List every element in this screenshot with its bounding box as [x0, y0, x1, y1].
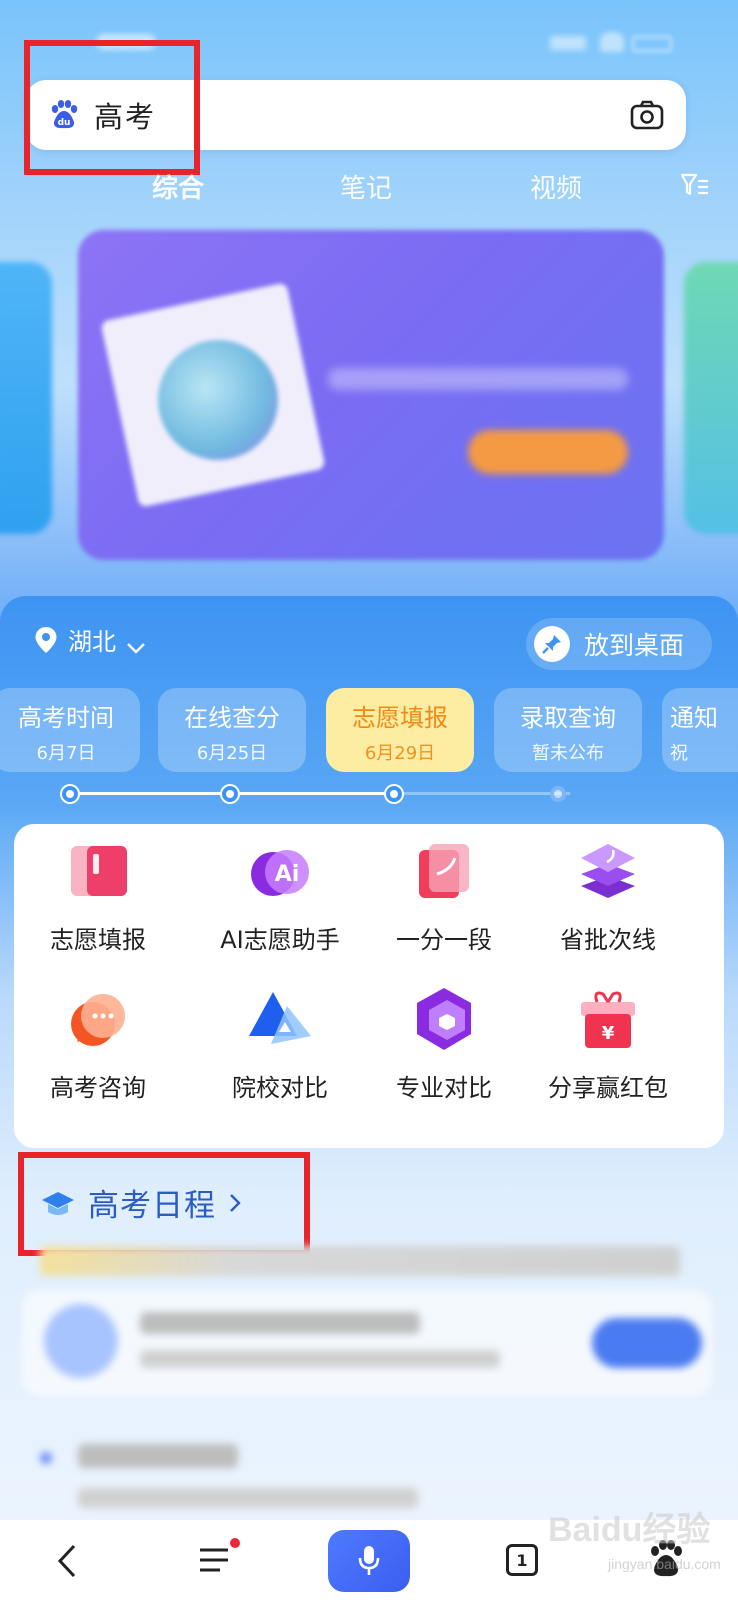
- schedule-item-title: [78, 1444, 238, 1468]
- signal-icon: [550, 36, 586, 50]
- hexagon-icon: [409, 984, 479, 1054]
- location-selector[interactable]: 湖北: [34, 622, 146, 657]
- application-form-icon: [63, 836, 133, 906]
- score-segment-icon: [409, 836, 479, 906]
- ai-banner[interactable]: [78, 230, 664, 560]
- tool-ai-assistant[interactable]: Ai AI志愿助手: [200, 836, 360, 955]
- back-icon[interactable]: [52, 1542, 82, 1580]
- schedule-item-dot: [40, 1452, 52, 1464]
- schedule-card-button[interactable]: [592, 1318, 702, 1368]
- tool-consult[interactable]: 高考咨询: [18, 984, 178, 1103]
- microphone-icon: [358, 1546, 380, 1575]
- gift-icon: ¥: [573, 984, 643, 1054]
- carousel-next-card[interactable]: [684, 262, 738, 534]
- stage-application[interactable]: 志愿填报 6月29日: [326, 688, 474, 772]
- menu-icon[interactable]: [198, 1538, 240, 1576]
- tool-label: 志愿填报: [50, 926, 146, 954]
- voice-search-button[interactable]: [328, 1530, 410, 1592]
- svg-text:Ai: Ai: [275, 862, 300, 887]
- globe-graphic: [158, 340, 278, 460]
- highlight-box-schedule: [18, 1152, 310, 1256]
- banner-subtitle: [328, 368, 628, 390]
- stage-name: 通知: [670, 704, 718, 732]
- schedule-notice: [40, 1246, 680, 1276]
- timeline-remaining: [400, 792, 570, 795]
- tab-notes[interactable]: 笔记: [340, 168, 392, 205]
- stage-name: 录取查询: [520, 704, 616, 732]
- stage-date: 6月7日: [36, 743, 96, 764]
- tool-label: 专业对比: [396, 1074, 492, 1102]
- stage-admission-query[interactable]: 录取查询 暂未公布: [494, 688, 642, 772]
- stage-name: 志愿填报: [352, 704, 448, 732]
- tools-grid: 志愿填报 Ai AI志愿助手 一分一段 省批次线 高考咨询 院校对比 专业对比 …: [14, 824, 724, 1148]
- tab-video[interactable]: 视频: [530, 168, 582, 205]
- tool-school-compare[interactable]: 院校对比: [200, 984, 360, 1103]
- chat-bubble-icon: [63, 984, 133, 1054]
- tool-label: AI志愿助手: [220, 926, 340, 954]
- timeline-dot: [222, 786, 238, 802]
- stage-score-query[interactable]: 在线查分 6月25日: [158, 688, 306, 772]
- filter-icon[interactable]: [680, 172, 710, 198]
- camera-icon[interactable]: [630, 98, 664, 132]
- stage-date: 祝: [670, 743, 688, 764]
- stage-notice[interactable]: 通知 祝: [662, 688, 738, 772]
- schedule-item-time: [78, 1488, 418, 1508]
- add-to-desktop-button[interactable]: 放到桌面: [526, 618, 712, 670]
- tool-application[interactable]: 志愿填报: [18, 836, 178, 955]
- tool-label: 院校对比: [232, 1074, 328, 1102]
- ai-assistant-icon: Ai: [245, 836, 315, 906]
- tool-label: 高考咨询: [50, 1074, 146, 1102]
- stage-name: 在线查分: [184, 704, 280, 732]
- carousel-prev-card[interactable]: [0, 262, 52, 534]
- stage-date: 暂未公布: [532, 743, 604, 764]
- timeline-dot: [550, 786, 566, 802]
- stage-timeline: [62, 784, 570, 804]
- stage-name: 高考时间: [18, 704, 114, 732]
- svg-text:¥: ¥: [602, 1023, 615, 1044]
- tool-score-segment[interactable]: 一分一段: [364, 836, 524, 955]
- schedule-card-title: [140, 1312, 420, 1334]
- highlight-box-search: [24, 40, 200, 175]
- watermark-brand: Baidu经验: [548, 1511, 711, 1549]
- tool-share-redpacket[interactable]: ¥ 分享赢红包: [528, 984, 688, 1103]
- stage-exam-time[interactable]: 高考时间 6月7日: [0, 688, 140, 772]
- tool-batch-line[interactable]: 省批次线: [528, 836, 688, 955]
- add-to-desktop-label: 放到桌面: [584, 631, 685, 660]
- notification-dot: [230, 1538, 240, 1548]
- timeline-dot: [386, 786, 402, 802]
- pushpin-icon: [534, 626, 570, 662]
- tool-label: 一分一段: [396, 926, 492, 954]
- tool-label: 分享赢红包: [548, 1074, 668, 1102]
- triangle-compare-icon: [245, 984, 315, 1054]
- tab-general[interactable]: 综合: [152, 168, 204, 205]
- tool-major-compare[interactable]: 专业对比: [364, 984, 524, 1103]
- location-label: 湖北: [68, 628, 116, 656]
- result-tabs: 综合 笔记 视频: [0, 168, 738, 212]
- tab-count-button[interactable]: 1: [506, 1544, 538, 1576]
- stage-strip: 高考时间 6月7日 在线查分 6月25日 志愿填报 6月29日 录取查询 暂未公…: [0, 688, 738, 772]
- chevron-down-icon: [126, 633, 146, 654]
- layers-icon: [573, 836, 643, 906]
- schedule-card-subtitle: [140, 1350, 500, 1368]
- timeline-dot: [62, 786, 78, 802]
- stage-date: 6月29日: [364, 743, 436, 764]
- wifi-icon: [600, 32, 624, 52]
- tool-label: 省批次线: [560, 926, 656, 954]
- banner-button[interactable]: [468, 430, 628, 474]
- watermark-url: jingyan.baidu.com: [608, 1556, 721, 1572]
- stage-date: 6月25日: [196, 743, 268, 764]
- schedule-card-icon: [44, 1304, 118, 1378]
- location-pin-icon: [34, 626, 58, 654]
- battery-icon: [632, 36, 672, 52]
